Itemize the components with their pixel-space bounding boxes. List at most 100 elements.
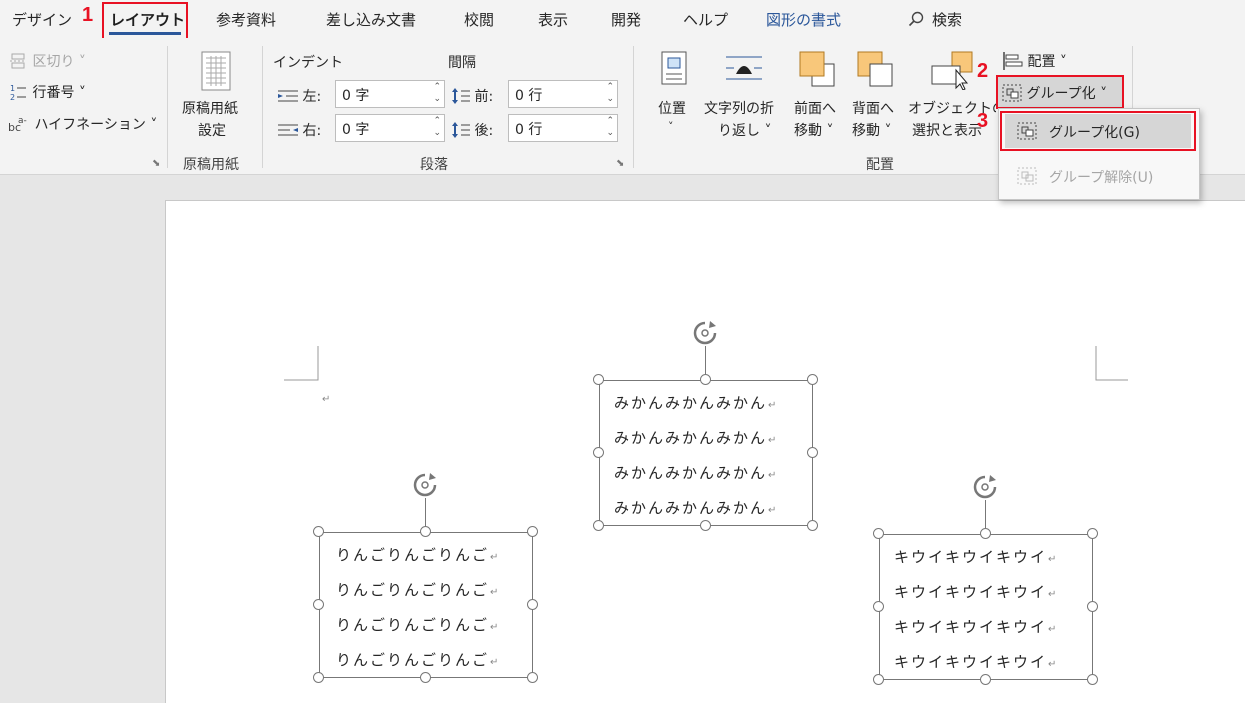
resize-handle[interactable] xyxy=(1087,601,1098,612)
page-setup-launcher[interactable]: ⬊ xyxy=(152,158,160,169)
textbox-line: りんごりんごりんご↵ xyxy=(336,616,501,634)
spinner-arrows-icon[interactable]: ⌃ ⌄ xyxy=(433,115,441,139)
menu-item-ungroup-label: グループ解除(U) xyxy=(1049,170,1154,186)
arrange-group-label: 配置 xyxy=(866,157,894,173)
spinner-arrows-icon[interactable]: ⌃ ⌄ xyxy=(606,81,614,105)
resize-handle[interactable] xyxy=(420,672,431,683)
resize-handle[interactable] xyxy=(700,520,711,531)
hyphenation-icon: bca- xyxy=(8,116,27,134)
manuscript-button-line1: 原稿用紙 xyxy=(182,101,238,117)
resize-handle[interactable] xyxy=(873,528,884,539)
resize-handle[interactable] xyxy=(527,526,538,537)
position-button[interactable]: 位置 ˅ xyxy=(652,48,696,148)
tab-references[interactable]: 参考資料 xyxy=(216,9,276,30)
line-numbers-button[interactable]: 12 行番号 ˅ xyxy=(10,82,86,102)
spacing-before-label-wrap: 前: xyxy=(452,86,493,106)
tab-shape-format[interactable]: 図形の書式 xyxy=(766,9,841,30)
send-backward-line2-wrap: 移動 ˅ xyxy=(852,120,891,140)
paragraph-group-label: 段落 xyxy=(420,157,448,173)
textbox-line: りんごりんごりんご↵ xyxy=(336,581,501,599)
wrap-text-button[interactable]: 文字列の折 り返し ˅ xyxy=(704,48,788,148)
resize-handle[interactable] xyxy=(527,599,538,610)
manuscript-paper-icon xyxy=(201,51,231,91)
resize-handle[interactable] xyxy=(1087,528,1098,539)
bring-forward-icon xyxy=(799,51,835,87)
selection-pane-line2: 選択と表示 xyxy=(912,123,982,139)
spacing-after-input[interactable]: 0 行 ⌃ ⌄ xyxy=(508,114,618,142)
breaks-label: 区切り xyxy=(32,54,75,70)
margin-corner-top-right xyxy=(1095,346,1128,381)
align-button[interactable]: 配置 ˅ xyxy=(1003,51,1067,71)
send-backward-button[interactable]: 背面へ 移動 ˅ xyxy=(850,48,904,148)
position-label: 位置 xyxy=(658,101,686,117)
manuscript-group-label: 原稿用紙 xyxy=(183,157,239,173)
resize-handle[interactable] xyxy=(593,374,604,385)
resize-handle[interactable] xyxy=(873,674,884,685)
resize-handle[interactable] xyxy=(527,672,538,683)
resize-handle[interactable] xyxy=(313,672,324,683)
selection-pane-icon xyxy=(931,51,973,90)
spacing-after-label-wrap: 後: xyxy=(452,120,493,140)
wrap-text-icon xyxy=(726,56,762,80)
resize-handle[interactable] xyxy=(593,520,604,531)
rotate-handle-icon[interactable] xyxy=(692,320,718,346)
resize-handle[interactable] xyxy=(700,374,711,385)
tab-developer[interactable]: 開発 xyxy=(611,9,641,30)
menu-item-ungroup[interactable]: グループ解除(U) xyxy=(1005,159,1191,193)
resize-handle[interactable] xyxy=(420,526,431,537)
chevron-down-icon: ˅ xyxy=(74,54,86,70)
resize-handle[interactable] xyxy=(807,374,818,385)
rotate-handle-icon[interactable] xyxy=(412,472,438,498)
tab-review[interactable]: 校閲 xyxy=(464,9,494,30)
hyphenation-button[interactable]: bc a- ハイフネーション ˅ xyxy=(8,114,157,134)
manuscript-button-line2: 設定 xyxy=(198,123,226,139)
tab-design[interactable]: デザイン xyxy=(12,9,72,30)
bring-forward-line2: 移動 xyxy=(794,123,822,139)
bring-forward-button[interactable]: 前面へ 移動 ˅ xyxy=(792,48,846,148)
chevron-down-icon: ˅ xyxy=(760,123,772,139)
spinner-arrows-icon[interactable]: ⌃ ⌄ xyxy=(433,81,441,105)
highlight-group-button xyxy=(996,75,1124,109)
resize-handle[interactable] xyxy=(313,526,324,537)
search-box[interactable]: 検索 xyxy=(908,9,962,30)
textbox-kiwi[interactable]: キウイキウイキウイ↵ キウイキウイキウイ↵ キウイキウイキウイ↵ キウイキウイキ… xyxy=(879,534,1093,680)
indent-right-input[interactable]: 0 字 ⌃ ⌄ xyxy=(335,114,445,142)
textbox-line: みかんみかんみかん↵ xyxy=(614,499,779,517)
breaks-button[interactable]: 区切り ˅ xyxy=(10,51,86,71)
indent-left-input[interactable]: 0 字 ⌃ ⌄ xyxy=(335,80,445,108)
spinner-arrows-icon[interactable]: ⌃ ⌄ xyxy=(606,115,614,139)
manuscript-settings-button[interactable]: 原稿用紙 設定 xyxy=(178,48,258,148)
spacing-before-input[interactable]: 0 行 ⌃ ⌄ xyxy=(508,80,618,108)
chevron-down-icon: ˅ xyxy=(668,120,674,133)
textbox-ringo[interactable]: りんごりんごりんご↵ りんごりんごりんご↵ りんごりんごりんご↵ りんごりんごり… xyxy=(319,532,533,678)
resize-handle[interactable] xyxy=(980,528,991,539)
step-3-marker: 3 xyxy=(977,110,989,132)
paragraph-launcher[interactable]: ⬊ xyxy=(616,158,624,169)
group-separator xyxy=(167,46,168,168)
chevron-down-icon: ˅ xyxy=(1055,54,1067,70)
tab-help[interactable]: ヘルプ xyxy=(683,9,728,30)
indent-right-value: 0 字 xyxy=(342,122,370,138)
position-icon xyxy=(661,51,687,85)
textbox-line: キウイキウイキウイ↵ xyxy=(894,618,1059,636)
rotate-handle-icon[interactable] xyxy=(972,474,998,500)
resize-handle[interactable] xyxy=(313,599,324,610)
resize-handle[interactable] xyxy=(807,520,818,531)
tab-view[interactable]: 表示 xyxy=(538,9,568,30)
bring-forward-line1: 前面へ xyxy=(794,101,836,117)
chevron-down-icon: ˅ xyxy=(74,85,86,101)
resize-handle[interactable] xyxy=(1087,674,1098,685)
indent-right-label: 右: xyxy=(302,123,322,139)
resize-handle[interactable] xyxy=(980,674,991,685)
chevron-down-icon: ˅ xyxy=(880,123,892,139)
send-backward-line2: 移動 xyxy=(852,123,880,139)
resize-handle[interactable] xyxy=(807,447,818,458)
svg-text:a-: a- xyxy=(18,116,27,126)
chevron-down-icon: ˅ xyxy=(822,123,834,139)
resize-handle[interactable] xyxy=(873,601,884,612)
tab-mailings[interactable]: 差し込み文書 xyxy=(326,9,416,30)
resize-handle[interactable] xyxy=(593,447,604,458)
line-numbers-label: 行番号 xyxy=(32,85,75,101)
textbox-mikan[interactable]: みかんみかんみかん↵ みかんみかんみかん↵ みかんみかんみかん↵ みかんみかんみ… xyxy=(599,380,813,526)
textbox-line: りんごりんごりんご↵ xyxy=(336,651,501,669)
